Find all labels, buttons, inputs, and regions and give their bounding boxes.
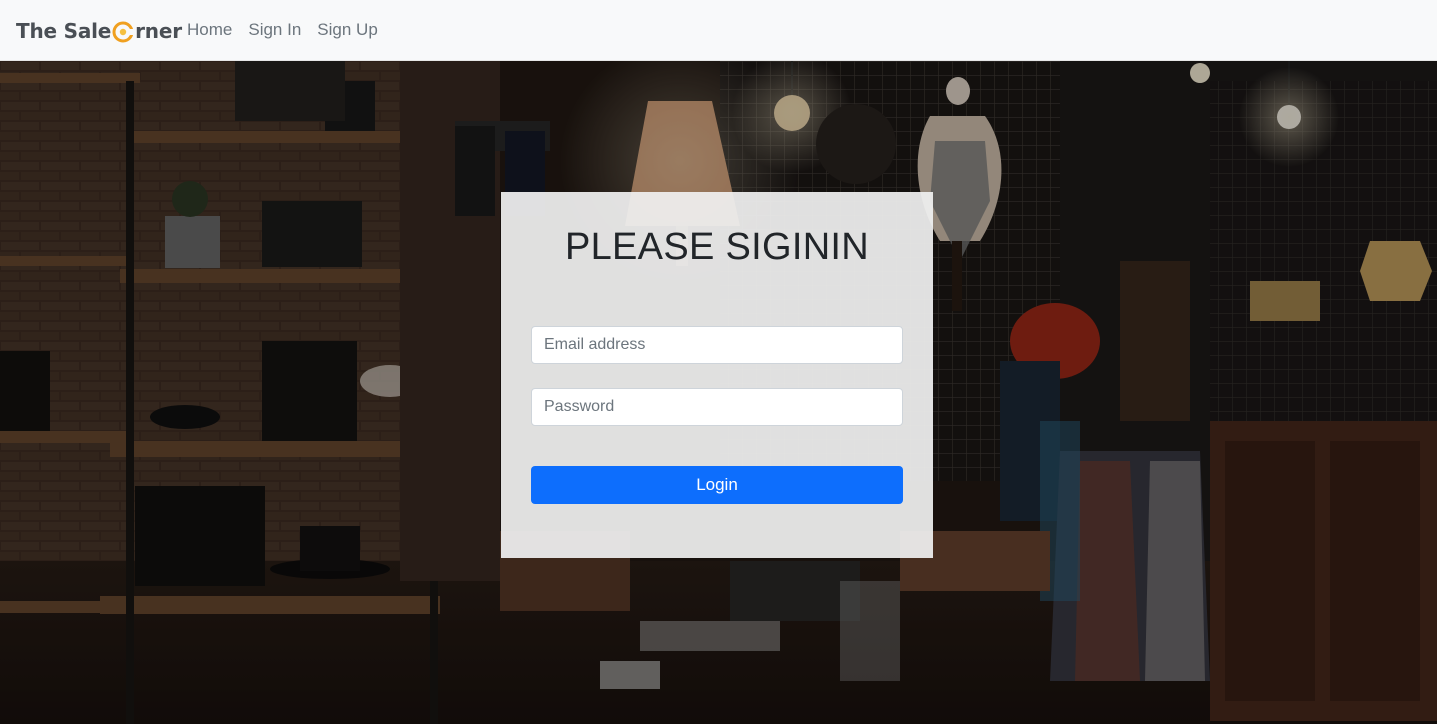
login-title: PLEASE SIGININ (564, 226, 870, 268)
nav-links: Home Sign In Sign Up (187, 19, 378, 41)
brand-c-icon (112, 21, 135, 43)
brand-text-suffix: rner (135, 19, 182, 43)
navbar: The Sale rner Home Sign In Sign Up (0, 0, 1437, 61)
login-button[interactable]: Login (531, 466, 903, 504)
nav-signin-link[interactable]: Sign In (248, 19, 301, 41)
nav-home-link[interactable]: Home (187, 19, 232, 41)
brand-logo[interactable]: The Sale rner (16, 16, 182, 46)
nav-signup-link[interactable]: Sign Up (317, 19, 377, 41)
password-input[interactable] (531, 388, 903, 426)
login-card: PLEASE SIGININ Login (501, 192, 933, 558)
email-input[interactable] (531, 326, 903, 364)
brand-text-prefix: The Sale (16, 19, 112, 43)
